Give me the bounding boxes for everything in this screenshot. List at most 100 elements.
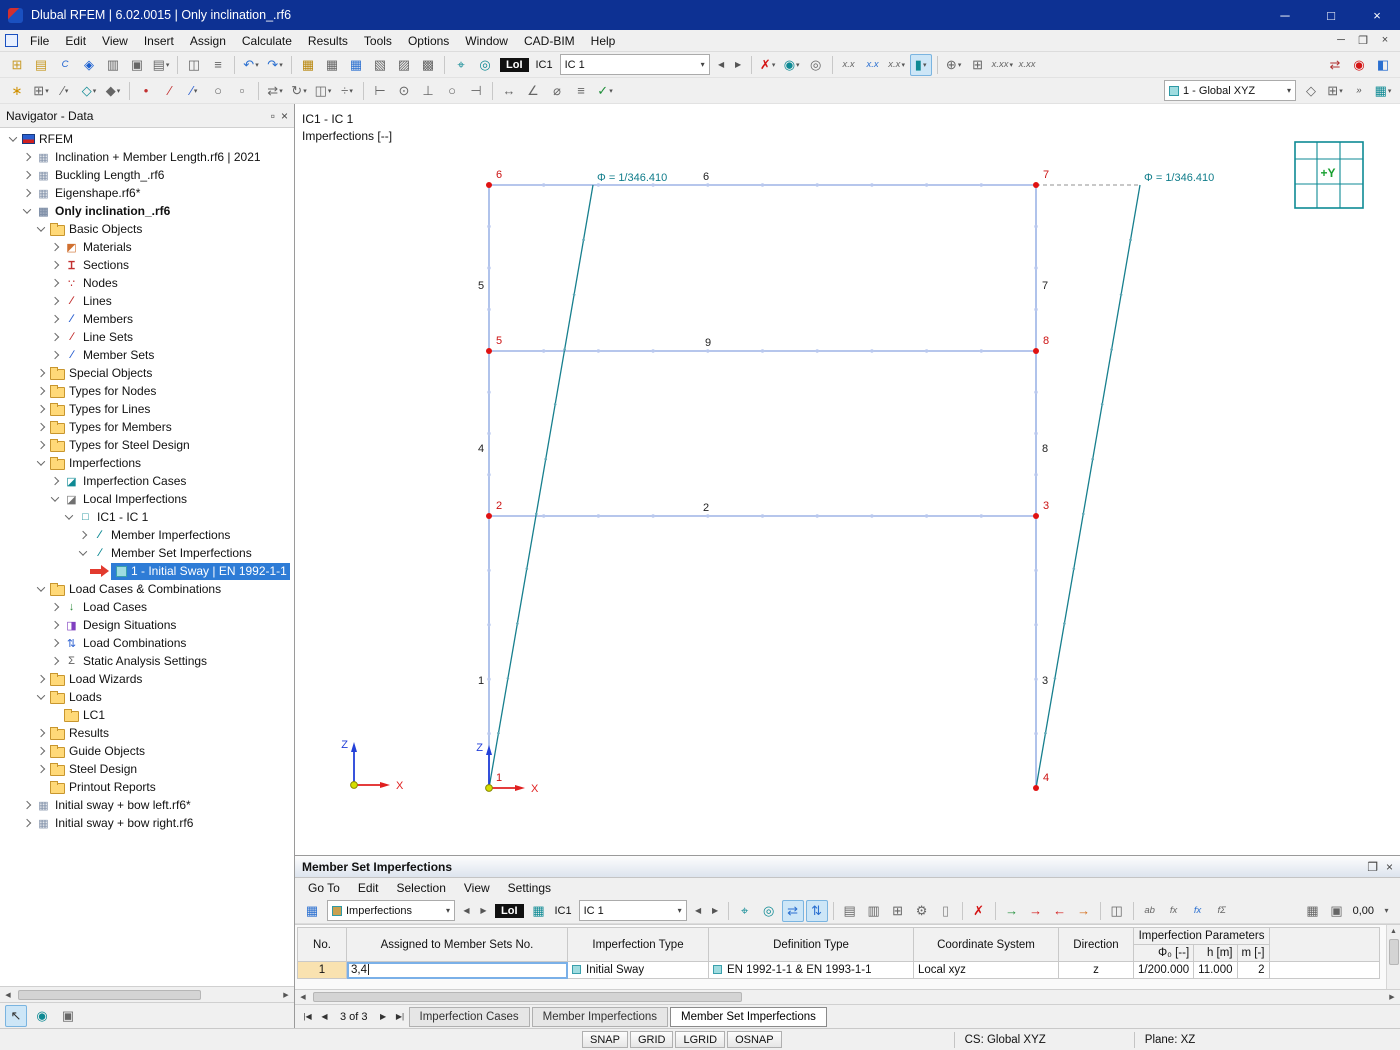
dimensions-icon[interactable]: ⌀ — [546, 80, 568, 102]
tree-item-buckling-length-rf6[interactable]: Buckling Length_.rf6 — [0, 166, 294, 184]
table-results-icon[interactable]: ▦ — [345, 54, 367, 76]
expand-right-icon[interactable] — [20, 188, 33, 198]
import-from-file-icon[interactable]: → — [1001, 900, 1023, 922]
menu-options[interactable]: Options — [400, 30, 457, 52]
view-tables-icon[interactable]: ▦ ▾ — [1372, 80, 1394, 102]
new-node-icon[interactable]: • — [135, 80, 157, 102]
tree-item-imperfection-cases[interactable]: Imperfection Cases — [0, 472, 294, 490]
mdi-minimize-icon[interactable]: ─ — [1330, 34, 1352, 47]
connect-members-icon[interactable]: ⊢ — [369, 80, 391, 102]
mdi-close-icon[interactable]: × — [1374, 34, 1396, 47]
table-data-icon[interactable]: ▦ — [297, 54, 319, 76]
object-snap-icon[interactable]: ⊞ ▾ — [30, 80, 52, 102]
redo-icon[interactable]: ↷ ▾ — [264, 54, 286, 76]
tree-item-1-initial-sway-en-1992-1-1[interactable]: 1 - Initial Sway | EN 1992-1-1 — [0, 562, 294, 580]
expand-right-icon[interactable] — [20, 800, 33, 810]
expand-right-icon[interactable] — [48, 602, 61, 612]
col-header-definition[interactable]: Definition Type — [708, 927, 914, 962]
split-view-icon[interactable]: ◫ — [1106, 900, 1128, 922]
col-header-type[interactable]: Imperfection Type — [567, 927, 709, 962]
tree-item-types-for-members[interactable]: Types for Members — [0, 418, 294, 436]
loads-on-sets-icon[interactable]: ◎ — [474, 54, 496, 76]
tree-item-lines[interactable]: Lines — [0, 292, 294, 310]
plane-rotate-icon[interactable]: ◆ ▾ — [102, 80, 124, 102]
table-view-settings-icon[interactable]: ▤ — [839, 900, 861, 922]
assign-hinge-icon[interactable]: ○ — [441, 80, 463, 102]
mdi-restore-icon[interactable]: ❐ — [1352, 34, 1374, 47]
table-vscrollbar[interactable]: ▲ — [1386, 925, 1400, 989]
tree-item-member-set-imperfections[interactable]: Member Set Imperfections — [0, 544, 294, 562]
tree-item-printout-reports[interactable]: Printout Reports — [0, 778, 294, 796]
zoom-window-icon[interactable]: ⊞ — [967, 54, 989, 76]
delete-all-rows-icon[interactable]: ✗ — [968, 900, 990, 922]
member-release-icon[interactable]: ⊣ — [465, 80, 487, 102]
new-arc-icon[interactable]: ○ — [207, 80, 229, 102]
menu-help[interactable]: Help — [583, 30, 624, 52]
last-table-icon[interactable]: ▶| — [392, 1012, 409, 1021]
tree-item-line-sets[interactable]: Line Sets — [0, 328, 294, 346]
menu-cad-bim[interactable]: CAD-BIM — [516, 30, 583, 52]
expand-right-icon[interactable] — [48, 332, 61, 342]
tree-item-local-imperfections[interactable]: Local Imperfections — [0, 490, 294, 508]
select-pointer-button[interactable]: ↖ — [5, 1004, 27, 1027]
assign-support-icon[interactable]: ⊥ — [417, 80, 439, 102]
next-table-icon[interactable]: ▶ — [375, 1012, 392, 1021]
close-icon[interactable]: × — [1354, 0, 1400, 30]
toggle-grid[interactable]: GRID — [629, 1031, 674, 1048]
tree-item-member-imperfections[interactable]: Member Imperfections — [0, 526, 294, 544]
numbering-sets-icon[interactable]: x.x ▾ — [886, 54, 908, 76]
expand-right-icon[interactable] — [76, 530, 89, 540]
mirror-objects-icon[interactable]: ◫ ▾ — [312, 80, 334, 102]
table-navigator-icon[interactable]: ▦ — [301, 900, 323, 922]
model-check-icon[interactable]: ✓ ▾ — [594, 80, 616, 102]
col-header-direction[interactable]: Direction — [1058, 927, 1134, 962]
panel-menu-edit[interactable]: Edit — [349, 881, 388, 895]
imperfection-sway-line[interactable] — [1035, 184, 1141, 789]
col-header-cs[interactable]: Coordinate System — [913, 927, 1059, 962]
show-selection-in-graphic-icon[interactable]: ⌖ — [734, 900, 756, 922]
menu-window[interactable]: Window — [457, 30, 516, 52]
tab-member-set-imperfections[interactable]: Member Set Imperfections — [670, 1006, 827, 1027]
tree-item-eigenshape-rf6[interactable]: Eigenshape.rf6* — [0, 184, 294, 202]
scroll-up-icon[interactable]: ▲ — [1386, 925, 1400, 939]
col-header-no[interactable]: No. — [297, 927, 347, 962]
previous-case-icon[interactable]: ◀ — [714, 54, 729, 76]
menu-insert[interactable]: Insert — [136, 30, 182, 52]
node-point[interactable] — [1033, 513, 1039, 519]
move-copy-icon[interactable]: ⇄ ▾ — [264, 80, 286, 102]
scroll-thumb[interactable] — [313, 992, 743, 1002]
tree-item-special-objects[interactable]: Special Objects — [0, 364, 294, 382]
close-panel-icon[interactable]: × — [281, 109, 288, 123]
save-model-icon[interactable]: ▣ — [126, 54, 148, 76]
toggle-snap[interactable]: SNAP — [582, 1031, 628, 1048]
tree-item-steel-design[interactable]: Steel Design — [0, 760, 294, 778]
divide-line-icon[interactable]: ÷ ▾ — [336, 80, 358, 102]
table-info-icon[interactable]: ▯ — [935, 900, 957, 922]
expand-right-icon[interactable] — [48, 350, 61, 360]
definition-type-cell[interactable]: EN 1992-1-1 & EN 1993-1-1 — [708, 961, 914, 979]
filter-by-graphic-icon[interactable]: ◎ — [758, 900, 780, 922]
col-header-phi[interactable]: Φ₀ [--] — [1132, 944, 1195, 962]
direction-cell[interactable]: z — [1058, 961, 1134, 979]
tree-item-loads[interactable]: Loads — [0, 688, 294, 706]
expand-right-icon[interactable] — [34, 674, 47, 684]
row-number-cell[interactable]: 1 — [297, 961, 347, 979]
new-member-icon[interactable]: ∕ ▾ — [183, 80, 205, 102]
tree-item-design-situations[interactable]: Design Situations — [0, 616, 294, 634]
table-hscrollbar[interactable]: ◀ ▶ — [295, 989, 1400, 1004]
decimal-arrows-icon[interactable]: ▾ — [1379, 900, 1394, 922]
coordinate-system-cell[interactable]: Local xyz — [913, 961, 1059, 979]
close-table-icon[interactable]: × — [1386, 860, 1393, 874]
expand-right-icon[interactable] — [20, 818, 33, 828]
follow-selection-icon[interactable]: ⇅ — [805, 899, 828, 922]
expand-right-icon[interactable] — [48, 278, 61, 288]
scroll-thumb[interactable] — [1388, 939, 1399, 965]
expand-down-icon[interactable] — [48, 493, 61, 502]
tree-item-load-cases-combinations[interactable]: Load Cases & Combinations — [0, 580, 294, 598]
insert-node-icon[interactable]: ⊙ — [393, 80, 415, 102]
new-model-icon[interactable]: ⊞ — [6, 54, 28, 76]
table-3sc-icon[interactable]: ▨ — [393, 54, 415, 76]
expand-right-icon[interactable] — [48, 314, 61, 324]
menu-calculate[interactable]: Calculate — [234, 30, 300, 52]
menu-tools[interactable]: Tools — [356, 30, 400, 52]
